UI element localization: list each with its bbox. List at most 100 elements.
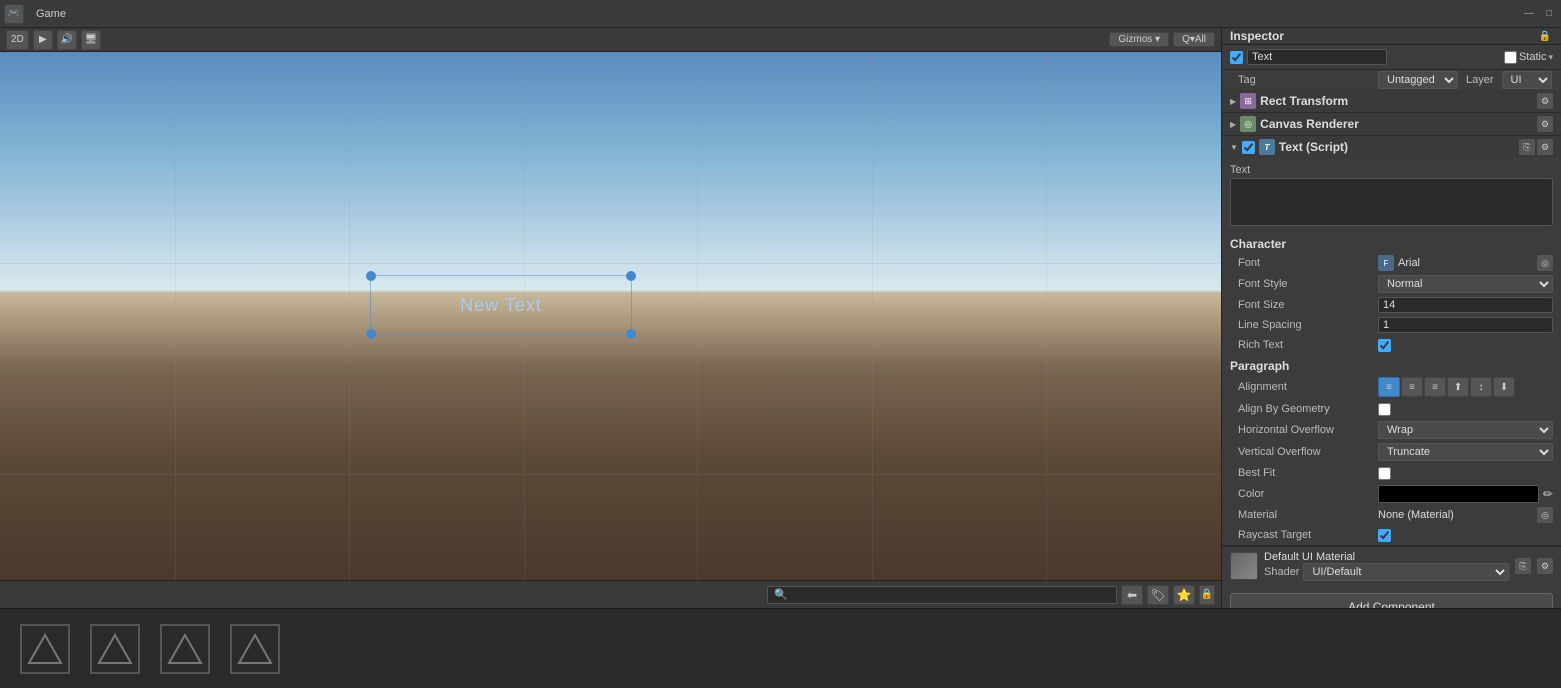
text-script-settings-icon[interactable]: ⚙ — [1537, 139, 1553, 155]
material-shader-row: Shader UI/Default — [1264, 563, 1509, 581]
asset-lock-icon[interactable]: 🔒 — [1199, 585, 1215, 605]
static-checkbox[interactable] — [1504, 51, 1517, 64]
scene-text-object[interactable]: New Text — [370, 275, 632, 335]
static-label: Static — [1519, 51, 1547, 63]
align-center-btn[interactable]: ≡ — [1401, 377, 1423, 397]
material-row: Material None (Material) ◎ — [1222, 505, 1561, 525]
static-toggle-row: Static ▾ — [1504, 51, 1553, 64]
inspector-lock-icon[interactable]: 🔒 — [1537, 28, 1553, 44]
text-field-label: Text — [1230, 162, 1553, 178]
raycast-target-label: Raycast Target — [1238, 529, 1378, 541]
horizontal-overflow-label: Horizontal Overflow — [1238, 424, 1378, 436]
window-tab-bar: 🎮 Game — □ — [0, 0, 1561, 28]
align-middle-btn[interactable]: ↕ — [1470, 377, 1492, 397]
align-by-geometry-checkbox[interactable] — [1378, 403, 1391, 416]
asset-icon-3 — [160, 624, 210, 674]
best-fit-checkbox[interactable] — [1378, 467, 1391, 480]
font-style-row: Font Style Normal Bold Italic Bold Itali… — [1222, 273, 1561, 295]
text-script-active-checkbox[interactable] — [1242, 141, 1255, 154]
rich-text-label: Rich Text — [1238, 339, 1378, 351]
game-viewport: 2D ▶ 🔊 🖥 Gizmos ▾ Q▾All — [0, 28, 1221, 608]
material-copy-icon[interactable]: ⎘ — [1515, 558, 1531, 574]
canvas-renderer-name: Canvas Renderer — [1260, 117, 1533, 131]
font-size-label: Font Size — [1238, 299, 1378, 311]
raycast-target-row: Raycast Target — [1222, 525, 1561, 545]
layer-dropdown[interactable]: UI — [1502, 71, 1552, 89]
line-spacing-row: Line Spacing — [1222, 315, 1561, 335]
object-name-input[interactable] — [1247, 49, 1387, 65]
handle-top-right[interactable] — [626, 271, 636, 281]
gizmos-button[interactable]: Gizmos ▾ — [1109, 32, 1169, 47]
tag-dropdown[interactable]: Untagged — [1378, 71, 1458, 89]
maximize-icon[interactable]: □ — [1541, 6, 1557, 22]
horizontal-overflow-row: Horizontal Overflow Wrap Overflow — [1222, 419, 1561, 441]
asset-search-input[interactable] — [767, 586, 1117, 604]
inspector-object-row: Static ▾ — [1222, 45, 1561, 70]
canvas-renderer-section: ▶ ◎ Canvas Renderer ⚙ — [1222, 113, 1561, 136]
best-fit-row: Best Fit — [1222, 463, 1561, 483]
align-by-geometry-label: Align By Geometry — [1238, 403, 1378, 415]
add-component-button[interactable]: Add Component — [1230, 593, 1553, 608]
scene-view[interactable]: New Text — [0, 52, 1221, 580]
material-settings-icon[interactable]: ⚙ — [1537, 558, 1553, 574]
asset-tag-icon[interactable]: 🏷 — [1147, 585, 1169, 605]
object-active-checkbox[interactable] — [1230, 51, 1243, 64]
asset-icon-2 — [90, 624, 140, 674]
font-select-icon[interactable]: ◎ — [1537, 255, 1553, 271]
inspector-header: Inspector 🔒 — [1222, 28, 1561, 45]
canvas-renderer-settings-icon[interactable]: ⚙ — [1537, 116, 1553, 132]
rect-transform-header[interactable]: ▶ ⊞ Rect Transform ⚙ — [1222, 90, 1561, 112]
text-script-section: ▼ T Text (Script) ⎘ ⚙ Text Character Fon… — [1222, 136, 1561, 546]
text-script-header[interactable]: ▼ T Text (Script) ⎘ ⚙ — [1222, 136, 1561, 158]
text-script-name: Text (Script) — [1279, 140, 1515, 154]
font-size-input[interactable] — [1378, 297, 1553, 313]
alignment-row: Alignment ≡ ≡ ≡ ⬆ ↕ ⬇ — [1222, 375, 1561, 399]
canvas-renderer-header[interactable]: ▶ ◎ Canvas Renderer ⚙ — [1222, 113, 1561, 135]
handle-bottom-left[interactable] — [366, 329, 376, 339]
horizontal-overflow-dropdown[interactable]: Wrap Overflow — [1378, 421, 1553, 439]
raycast-target-checkbox[interactable] — [1378, 529, 1391, 542]
line-spacing-input[interactable] — [1378, 317, 1553, 333]
paragraph-section-label: Paragraph — [1222, 355, 1561, 375]
text-script-copy-icon[interactable]: ⎘ — [1519, 139, 1535, 155]
canvas-renderer-icon: ◎ — [1240, 116, 1256, 132]
shader-dropdown[interactable]: UI/Default — [1303, 563, 1509, 581]
ground-background — [0, 369, 1221, 580]
align-left-btn[interactable]: ≡ — [1378, 377, 1400, 397]
rich-text-checkbox[interactable] — [1378, 339, 1391, 352]
font-value: Arial — [1398, 257, 1533, 269]
align-top-btn[interactable]: ⬆ — [1447, 377, 1469, 397]
align-right-btn[interactable]: ≡ — [1424, 377, 1446, 397]
game-audio-icon[interactable]: 🔊 — [57, 30, 77, 50]
game-play-icon[interactable]: ▶ — [33, 30, 53, 50]
minimize-icon[interactable]: — — [1521, 6, 1537, 22]
shader-label: Shader — [1264, 566, 1299, 578]
game-2d-toggle[interactable]: 2D — [6, 30, 29, 50]
material-name: Default UI Material — [1264, 551, 1509, 563]
text-script-icon: T — [1259, 139, 1275, 155]
text-textarea[interactable] — [1230, 178, 1553, 226]
font-style-dropdown[interactable]: Normal Bold Italic Bold Italic — [1378, 275, 1553, 293]
asset-star-icon[interactable]: ⭐ — [1173, 585, 1195, 605]
canvas-renderer-foldout-icon: ▶ — [1230, 120, 1236, 129]
vertical-overflow-dropdown[interactable]: Truncate Overflow — [1378, 443, 1553, 461]
material-select-icon[interactable]: ◎ — [1537, 507, 1553, 523]
handle-top-left[interactable] — [366, 271, 376, 281]
best-fit-label: Best Fit — [1238, 467, 1378, 479]
font-asset-icon: F — [1378, 255, 1394, 271]
text-content-area: Text — [1222, 158, 1561, 233]
search-all-button[interactable]: Q▾All — [1173, 32, 1215, 47]
align-bottom-btn[interactable]: ⬇ — [1493, 377, 1515, 397]
asset-back-icon[interactable]: ⬅ — [1121, 585, 1143, 605]
color-swatch[interactable] — [1378, 485, 1539, 503]
alignment-buttons: ≡ ≡ ≡ ⬆ ↕ ⬇ — [1378, 377, 1515, 397]
game-display-icon[interactable]: 🖥 — [81, 30, 101, 50]
handle-bottom-right[interactable] — [626, 329, 636, 339]
static-dropdown-arrow[interactable]: ▾ — [1548, 52, 1553, 63]
eyedropper-icon[interactable]: ✏ — [1543, 487, 1553, 501]
vertical-overflow-row: Vertical Overflow Truncate Overflow — [1222, 441, 1561, 463]
material-preview-icon — [1230, 552, 1258, 580]
line-spacing-label: Line Spacing — [1238, 319, 1378, 331]
tag-layer-row: Tag Untagged Layer UI — [1222, 70, 1561, 90]
rect-transform-settings-icon[interactable]: ⚙ — [1537, 93, 1553, 109]
